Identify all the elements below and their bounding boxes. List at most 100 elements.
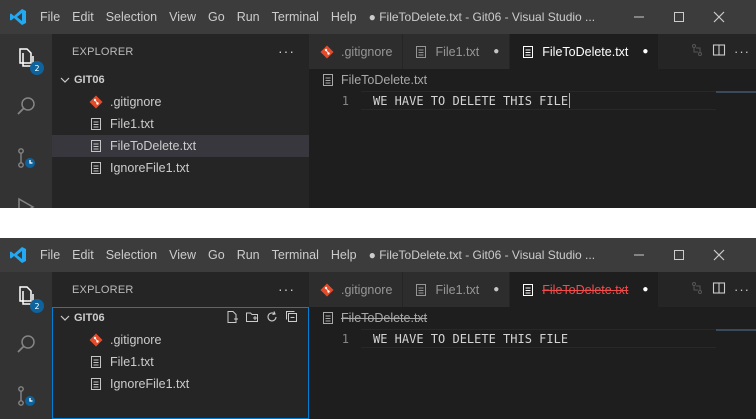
tab-file1[interactable]: File1.txt ● <box>403 34 511 69</box>
split-editor-icon[interactable] <box>712 43 726 60</box>
minimize-icon <box>633 16 644 18</box>
tab-label: File1.txt <box>435 282 480 297</box>
file-icon <box>88 160 104 176</box>
minimize-button[interactable] <box>619 238 659 272</box>
chevron-down-icon <box>58 73 72 87</box>
menu-view[interactable]: View <box>163 238 202 272</box>
breadcrumb-file: FileToDelete.txt <box>341 73 428 87</box>
menu-file[interactable]: File <box>36 238 66 272</box>
tree-item-filetodelete[interactable]: FileToDelete.txt <box>52 135 309 157</box>
tab-gitignore[interactable]: .gitignore <box>309 34 404 69</box>
maximize-icon <box>673 250 684 260</box>
code-line[interactable]: 1 WE HAVE TO DELETE THIS FILE <box>309 91 756 110</box>
close-button[interactable] <box>699 0 739 34</box>
tab-filetodelete-deleted[interactable]: FileToDelete.txt ● <box>510 272 660 307</box>
menu-selection[interactable]: Selection <box>100 238 163 272</box>
unsaved-dot-icon[interactable]: ● <box>493 46 499 57</box>
menu-selection[interactable]: Selection <box>100 0 163 34</box>
vscode-logo-icon <box>0 238 36 272</box>
menu-edit[interactable]: Edit <box>66 238 100 272</box>
tree-item-ignorefile1[interactable]: IgnoreFile1.txt <box>52 157 309 179</box>
changes-badge: 2 <box>30 61 44 75</box>
explorer-title: EXPLORER <box>72 283 134 296</box>
tab-file1[interactable]: File1.txt ● <box>403 272 511 307</box>
menu-go[interactable]: Go <box>202 238 231 272</box>
unsaved-dot-icon[interactable]: ● <box>642 46 648 57</box>
tab-filetodelete[interactable]: FileToDelete.txt ● <box>510 34 660 69</box>
close-button[interactable] <box>699 238 739 272</box>
folder-section[interactable]: GIT06 <box>52 69 309 91</box>
title-bar: File Edit Selection View Go Run Terminal… <box>0 238 756 272</box>
breadcrumb[interactable]: FileToDelete.txt <box>309 69 756 91</box>
tab-label: FileToDelete.txt <box>542 44 629 59</box>
current-line-highlight <box>361 91 716 110</box>
close-icon <box>713 11 725 23</box>
file-name: IgnoreFile1.txt <box>110 377 190 391</box>
menu-help[interactable]: Help <box>325 0 363 34</box>
run-debug-button[interactable] <box>0 184 52 208</box>
file-icon <box>88 354 104 370</box>
more-actions-button[interactable]: ··· <box>278 34 295 69</box>
breadcrumb[interactable]: FileToDelete.txt <box>309 307 756 329</box>
tree-item-file1[interactable]: File1.txt <box>52 113 309 135</box>
file-icon <box>321 311 335 325</box>
explorer-button[interactable]: 2 <box>0 274 52 318</box>
explorer-header: EXPLORER ··· <box>52 272 309 307</box>
maximize-button[interactable] <box>659 0 699 34</box>
menu-terminal[interactable]: Terminal <box>266 0 325 34</box>
tree-item-ignorefile1[interactable]: IgnoreFile1.txt <box>52 373 309 395</box>
tree-item-file1[interactable]: File1.txt <box>52 351 309 373</box>
search-button[interactable] <box>0 322 52 366</box>
tab-gitignore[interactable]: .gitignore <box>309 272 404 307</box>
changes-badge: 2 <box>30 299 44 313</box>
maximize-button[interactable] <box>659 238 699 272</box>
split-editor-icon[interactable] <box>712 281 726 298</box>
source-control-icon <box>18 386 35 406</box>
activity-bar: 2 <box>0 34 52 208</box>
refresh-icon[interactable] <box>265 310 279 327</box>
more-actions-button[interactable]: ··· <box>278 272 295 307</box>
new-folder-icon[interactable] <box>245 310 259 327</box>
more-icon[interactable]: ··· <box>734 282 750 297</box>
explorer-button[interactable]: 2 <box>0 36 52 80</box>
explorer-sidebar: EXPLORER ··· GIT06 .gitignore File1.txt … <box>52 272 309 419</box>
compare-changes-icon[interactable] <box>690 281 704 298</box>
file-icon <box>88 116 104 132</box>
menu-run[interactable]: Run <box>231 238 266 272</box>
new-file-icon[interactable] <box>225 310 239 327</box>
line-number: 1 <box>341 331 349 346</box>
compare-changes-icon[interactable] <box>690 43 704 60</box>
collapse-all-icon[interactable] <box>285 310 299 327</box>
git-icon <box>319 44 335 60</box>
git-icon <box>88 94 104 110</box>
tree-item-gitignore[interactable]: .gitignore <box>52 329 309 351</box>
file-icon <box>413 44 429 60</box>
file-icon <box>520 282 536 298</box>
menu-help[interactable]: Help <box>325 238 363 272</box>
menu-edit[interactable]: Edit <box>66 0 100 34</box>
menu-terminal[interactable]: Terminal <box>266 238 325 272</box>
activity-bar: 2 <box>0 272 52 419</box>
unsaved-dot-icon[interactable]: ● <box>642 284 648 295</box>
folder-section[interactable]: GIT06 <box>52 307 309 329</box>
source-control-button[interactable] <box>0 374 52 418</box>
editor-actions: ··· <box>690 272 756 307</box>
code-line[interactable]: 1 WE HAVE TO DELETE THIS FILE <box>309 329 756 348</box>
menu-run[interactable]: Run <box>231 0 266 34</box>
menu-view[interactable]: View <box>163 0 202 34</box>
file-icon <box>520 44 536 60</box>
file-icon <box>413 282 429 298</box>
file-name: .gitignore <box>110 95 162 109</box>
source-control-button[interactable] <box>0 136 52 180</box>
menu-go[interactable]: Go <box>202 0 231 34</box>
tab-label: .gitignore <box>341 282 393 297</box>
file-icon <box>321 73 335 87</box>
tree-item-gitignore[interactable]: .gitignore <box>52 91 309 113</box>
window-title: ● FileToDelete.txt - Git06 - Visual Stud… <box>368 248 596 262</box>
more-icon[interactable]: ··· <box>734 44 750 59</box>
unsaved-dot-icon[interactable]: ● <box>493 284 499 295</box>
minimize-button[interactable] <box>619 0 659 34</box>
search-button[interactable] <box>0 84 52 128</box>
menu-file[interactable]: File <box>36 0 66 34</box>
folder-name: GIT06 <box>74 312 105 324</box>
